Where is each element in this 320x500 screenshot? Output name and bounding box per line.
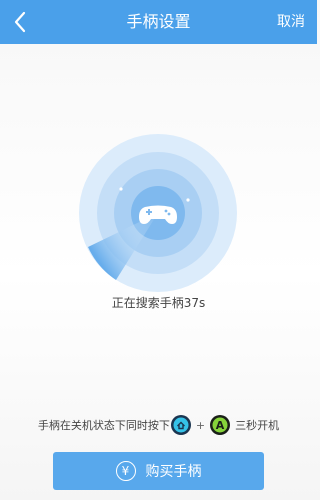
yen-icon: ¥ [115,461,136,481]
buy-gamepad-button[interactable]: ¥ 购买手柄 [53,452,264,490]
radar-dot [186,198,190,202]
buy-button-label: 购买手柄 [145,464,202,480]
a-button-label: A [216,419,225,432]
home-button-icon [170,415,191,435]
hint-text-before: 手柄在关机状态下同时按下 [37,419,170,432]
power-on-hint: 手柄在关机状态下同时按下 + A 三秒开机 [0,412,317,438]
plus-sign: + [195,418,206,432]
hint-text-after: 三秒开机 [235,419,280,432]
radar-dot [119,187,123,191]
search-radar [79,134,237,292]
searching-status: 正在搜索手柄37s [111,296,206,310]
a-button-icon: A [210,415,231,435]
